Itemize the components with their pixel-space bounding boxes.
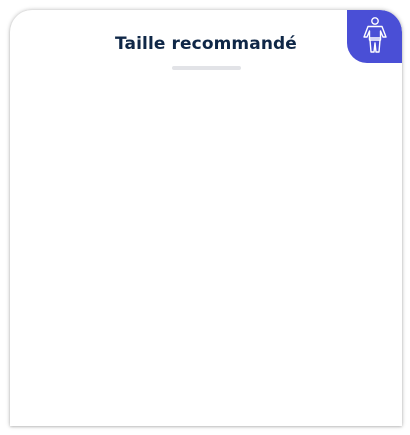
size-recommendation-card: Taille recommandé: [10, 10, 402, 426]
body-measurement-button[interactable]: [347, 10, 402, 63]
person-body-icon: [360, 16, 390, 58]
panel-title: Taille recommandé: [115, 34, 297, 54]
title-divider: [172, 66, 241, 70]
